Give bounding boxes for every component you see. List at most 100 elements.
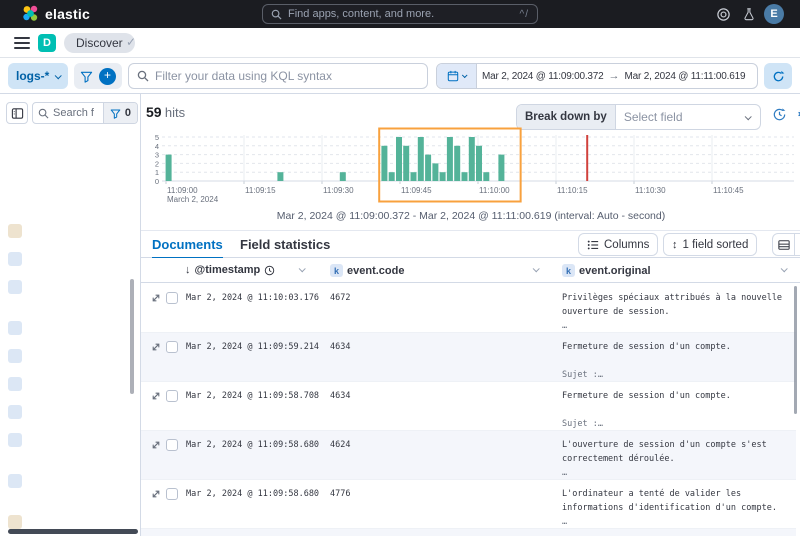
histogram-bar[interactable] bbox=[396, 137, 402, 181]
elastic-logo[interactable]: elastic bbox=[22, 5, 90, 22]
field-type-icon bbox=[8, 349, 22, 363]
histogram-bar[interactable] bbox=[340, 172, 346, 181]
chart-options-icon[interactable] bbox=[772, 107, 787, 122]
histogram-bar[interactable] bbox=[277, 172, 283, 181]
histogram-chart[interactable]: 11:09:00March 2, 202411:09:1511:09:3011:… bbox=[146, 127, 798, 207]
table-row[interactable]: Mar 2, 2024 @ 11:09:58.7084634Fermeture … bbox=[141, 382, 796, 431]
field-list-item[interactable] bbox=[8, 515, 28, 529]
field-list-item[interactable] bbox=[8, 377, 28, 391]
user-avatar[interactable]: E bbox=[764, 4, 784, 24]
histogram-bar[interactable] bbox=[381, 146, 387, 181]
field-list-item[interactable] bbox=[8, 321, 28, 335]
row-checkbox[interactable] bbox=[166, 341, 178, 353]
add-filter-button[interactable]: + bbox=[99, 68, 116, 85]
filter-icon[interactable] bbox=[80, 70, 93, 83]
timestamp-cell: Mar 2, 2024 @ 11:09:59.214 bbox=[186, 340, 319, 354]
discover-page: elastic Find apps, content, and more. ^/… bbox=[0, 0, 800, 536]
kql-search-input[interactable]: Filter your data using KQL syntax bbox=[128, 63, 428, 89]
field-list-item[interactable] bbox=[8, 433, 28, 447]
histogram-bar[interactable] bbox=[166, 155, 172, 181]
field-list-item[interactable] bbox=[8, 224, 28, 238]
interval-note: Mar 2, 2024 @ 11:09:00.372 - Mar 2, 2024… bbox=[146, 210, 796, 222]
histogram-bar[interactable] bbox=[432, 163, 438, 181]
sidebar-scrollbar[interactable] bbox=[130, 279, 134, 394]
histogram-bar[interactable] bbox=[447, 137, 453, 181]
date-from[interactable]: Mar 2, 2024 @ 11:09:00.372 bbox=[477, 71, 609, 82]
histogram-bar[interactable] bbox=[389, 172, 395, 181]
field-filter-toggle[interactable]: 0 bbox=[103, 103, 137, 123]
field-type-icon bbox=[8, 224, 22, 238]
histogram-bar[interactable] bbox=[411, 172, 417, 181]
chevron-down-icon[interactable] bbox=[299, 265, 306, 272]
hits-count: 59 bbox=[146, 104, 162, 120]
field-type-icon bbox=[8, 515, 22, 529]
event-original-cell: L'ordinateur a tenté de valider les info… bbox=[562, 487, 796, 529]
expand-document-button[interactable] bbox=[150, 439, 162, 456]
field-list-item[interactable] bbox=[8, 405, 28, 419]
discover-app-icon[interactable]: D bbox=[38, 34, 56, 52]
table-row[interactable]: Mar 2, 2024 @ 11:10:03.1764672Privilèges… bbox=[141, 284, 796, 333]
timestamp-column-header[interactable]: ↓ @timestamp bbox=[185, 264, 275, 276]
expand-document-button[interactable] bbox=[150, 341, 162, 358]
breakdown-placeholder: Select field bbox=[616, 110, 745, 124]
event-original-cell: Privilèges spéciaux attribués à la nouve… bbox=[562, 291, 796, 333]
date-to[interactable]: Mar 2, 2024 @ 11:11:00.619 bbox=[620, 71, 751, 82]
row-checkbox[interactable] bbox=[166, 439, 178, 451]
columns-button[interactable]: Columns bbox=[578, 233, 658, 256]
field-list-item[interactable] bbox=[8, 474, 28, 488]
chart-actions: ⚙ bbox=[772, 107, 800, 122]
histogram-bar[interactable] bbox=[440, 172, 446, 181]
row-checkbox[interactable] bbox=[166, 488, 178, 500]
table-scrollbar[interactable] bbox=[794, 286, 797, 414]
breadcrumb[interactable]: Discover bbox=[64, 33, 135, 53]
sort-fields-button[interactable]: ↕ 1 field sorted bbox=[663, 233, 757, 256]
field-list-item[interactable] bbox=[8, 349, 28, 363]
histogram-bar[interactable] bbox=[462, 172, 468, 181]
row-checkbox[interactable] bbox=[166, 390, 178, 402]
field-list-item[interactable] bbox=[8, 252, 28, 266]
field-list-item[interactable] bbox=[8, 280, 28, 294]
chevron-down-icon[interactable] bbox=[533, 265, 540, 272]
date-quick-select[interactable] bbox=[437, 64, 477, 88]
collapse-sidebar-button[interactable] bbox=[6, 102, 28, 124]
histogram-bar[interactable] bbox=[425, 155, 431, 181]
event-original-cell: Fermeture de session d'un compte.Sujet :… bbox=[562, 340, 796, 382]
query-bar: logs-* + Filter your data using KQL synt… bbox=[0, 58, 800, 94]
histogram-bar[interactable] bbox=[403, 146, 409, 181]
timestamp-cell: Mar 2, 2024 @ 11:10:03.176 bbox=[186, 291, 319, 305]
date-range-picker: Mar 2, 2024 @ 11:09:00.372 → Mar 2, 2024… bbox=[436, 63, 758, 89]
field-type-icon bbox=[8, 252, 22, 266]
histogram-bar[interactable] bbox=[454, 146, 460, 181]
histogram-bar[interactable] bbox=[498, 155, 504, 181]
menu-icon[interactable] bbox=[14, 37, 30, 49]
flask-icon[interactable] bbox=[740, 5, 758, 23]
histogram-bar[interactable] bbox=[469, 137, 475, 181]
expand-document-button[interactable] bbox=[150, 488, 162, 505]
table-row[interactable]: Mar 2, 2024 @ 11:09:58.6804776L'ordinate… bbox=[141, 480, 796, 529]
columns-button-label: Columns bbox=[604, 239, 649, 251]
table-row[interactable]: Mar 2, 2024 @ 11:09:59.2144634Fermeture … bbox=[141, 333, 796, 382]
tab-documents[interactable]: Documents bbox=[152, 237, 223, 252]
histogram-bar[interactable] bbox=[476, 146, 482, 181]
row-checkbox[interactable] bbox=[166, 292, 178, 304]
x-axis-tick-label: 11:10:30 bbox=[635, 186, 666, 195]
table-row[interactable]: Mar 2, 2024 @ 11:09:58.6804624L'ouvertur… bbox=[141, 431, 796, 480]
expand-document-button[interactable] bbox=[150, 390, 162, 407]
event-code-column-header[interactable]: k event.code bbox=[330, 264, 404, 277]
field-search-input[interactable]: Search f 0 bbox=[32, 102, 138, 124]
help-icon[interactable] bbox=[714, 5, 732, 23]
event-original-column-header[interactable]: k event.original bbox=[562, 264, 651, 277]
expand-document-button[interactable] bbox=[150, 292, 162, 309]
chevron-down-icon[interactable] bbox=[781, 265, 788, 272]
refresh-button[interactable] bbox=[764, 63, 792, 89]
x-axis-tick-label: 11:09:30 bbox=[323, 186, 354, 195]
sorted-button-label: 1 field sorted bbox=[683, 239, 749, 251]
density-icon[interactable] bbox=[772, 233, 795, 256]
row-height-icon[interactable] bbox=[795, 233, 800, 256]
horizontal-scrollbar[interactable] bbox=[8, 529, 138, 534]
data-view-selector[interactable]: logs-* bbox=[8, 63, 68, 89]
histogram-bar[interactable] bbox=[418, 137, 424, 181]
tab-field-statistics[interactable]: Field statistics bbox=[240, 237, 330, 252]
histogram-bar[interactable] bbox=[483, 172, 489, 181]
global-search-input[interactable]: Find apps, content, and more. ^/ bbox=[262, 4, 538, 24]
